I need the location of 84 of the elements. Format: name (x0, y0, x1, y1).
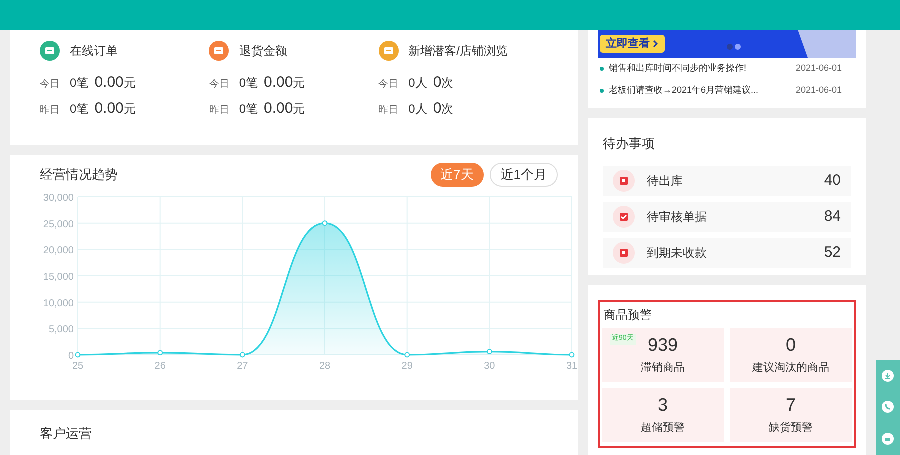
x-tick-label: 28 (319, 361, 331, 372)
metric-title: 退货金额 (239, 43, 288, 60)
card-title: 客户运营 (40, 426, 92, 441)
period-label: 昨日 (40, 104, 60, 118)
todo-icon (613, 242, 635, 264)
todo-row[interactable]: 待审核单据 84 (603, 202, 851, 232)
todo-label: 待审核单据 (647, 209, 708, 226)
metric-title: 在线订单 (70, 43, 118, 60)
data-point (322, 220, 328, 226)
warning-value: 3 (658, 394, 668, 416)
period-label: 今日 (209, 78, 230, 92)
warning-label: 超储预警 (641, 420, 685, 436)
y-tick-label: 0 (68, 351, 74, 362)
news-link[interactable]: 销售和出库时间不同步的业务操作! (609, 62, 747, 76)
period-label: 昨日 (378, 104, 399, 118)
period-label: 昨日 (209, 104, 230, 118)
todo-count: 52 (824, 242, 841, 263)
metric-count: 0笔 (70, 100, 89, 118)
warning-tile[interactable]: 7 缺货预警 (730, 388, 852, 442)
metric-amount: 0.00元 (94, 98, 136, 118)
y-tick-label: 25,000 (43, 219, 74, 230)
x-tick-label: 30 (484, 361, 496, 372)
todo-label: 到期未收款 (647, 245, 708, 262)
card-title: 经营情况趋势 (40, 166, 118, 184)
todo-icon (613, 206, 635, 228)
metric-amount: 0次 (433, 98, 454, 118)
metric-count: 0笔 (70, 75, 89, 92)
warning-value: 939 (648, 334, 678, 356)
data-point (569, 352, 575, 358)
metric-icon (378, 41, 399, 61)
y-tick-label: 10,000 (43, 298, 74, 310)
metric-count: 0人 (408, 75, 428, 92)
data-point (404, 352, 410, 358)
todo-row[interactable]: 待出库 40 (603, 166, 851, 196)
metric-amount: 0次 (433, 73, 454, 93)
view-now-button[interactable]: 立即查看 (600, 35, 665, 53)
data-point (158, 350, 164, 356)
news-link[interactable]: 老板们请查收→2021年6月营销建议... (609, 84, 759, 98)
data-point (75, 352, 81, 358)
x-tick-label: 25 (72, 361, 84, 372)
bullet-icon (600, 89, 604, 93)
chevron-icon (653, 40, 659, 48)
x-tick-label: 27 (237, 361, 248, 372)
x-tick-label: 26 (154, 361, 166, 372)
todo-count: 84 (824, 206, 841, 227)
metric-title: 新增潜客/店铺浏览 (408, 43, 508, 60)
phone-icon[interactable] (882, 401, 894, 414)
metric-amount: 0.00元 (264, 73, 306, 93)
todo-row[interactable]: 到期未收款 52 (603, 238, 851, 268)
y-tick-label: 15,000 (43, 272, 74, 283)
range-tab[interactable]: 近1个月 (490, 163, 558, 187)
chat-icon[interactable] (882, 433, 894, 446)
data-point (240, 352, 246, 358)
x-tick-label: 31 (566, 361, 578, 372)
todo-label: 待出库 (647, 173, 684, 190)
y-tick-label: 5,000 (48, 324, 74, 336)
warning-value: 0 (786, 334, 796, 356)
warning-label: 缺货预警 (769, 420, 813, 436)
period-label: 今日 (378, 78, 399, 92)
warning-tile[interactable]: 3 超储预警 (602, 388, 724, 442)
card-title: 待办事项 (603, 136, 655, 151)
bullet-icon (600, 67, 604, 71)
warning-value: 7 (786, 394, 796, 416)
warning-tile[interactable]: 0 建议淘汰的商品 (730, 328, 852, 382)
y-tick-label: 20,000 (43, 246, 74, 257)
metric-icon (209, 41, 230, 61)
metric-count: 0笔 (239, 75, 258, 92)
period-label: 今日 (40, 78, 60, 92)
download-icon[interactable] (882, 370, 894, 382)
x-tick-label: 29 (402, 361, 413, 372)
warning-label: 建议淘汰的商品 (752, 360, 830, 376)
todo-icon (613, 170, 635, 192)
news-date: 2021-06-01 (796, 62, 842, 76)
todo-count: 40 (824, 170, 841, 191)
metric-amount: 0.00元 (94, 73, 136, 93)
news-date: 2021-06-01 (796, 84, 842, 98)
metric-count: 0笔 (239, 100, 258, 118)
warning-label: 滞销商品 (641, 360, 685, 376)
y-tick-label: 30,000 (43, 193, 74, 204)
card-title: 商品预警 (603, 307, 653, 324)
metric-count: 0人 (408, 100, 428, 118)
metric-amount: 0.00元 (264, 98, 306, 118)
metric-icon (40, 41, 60, 61)
data-point (486, 349, 492, 355)
